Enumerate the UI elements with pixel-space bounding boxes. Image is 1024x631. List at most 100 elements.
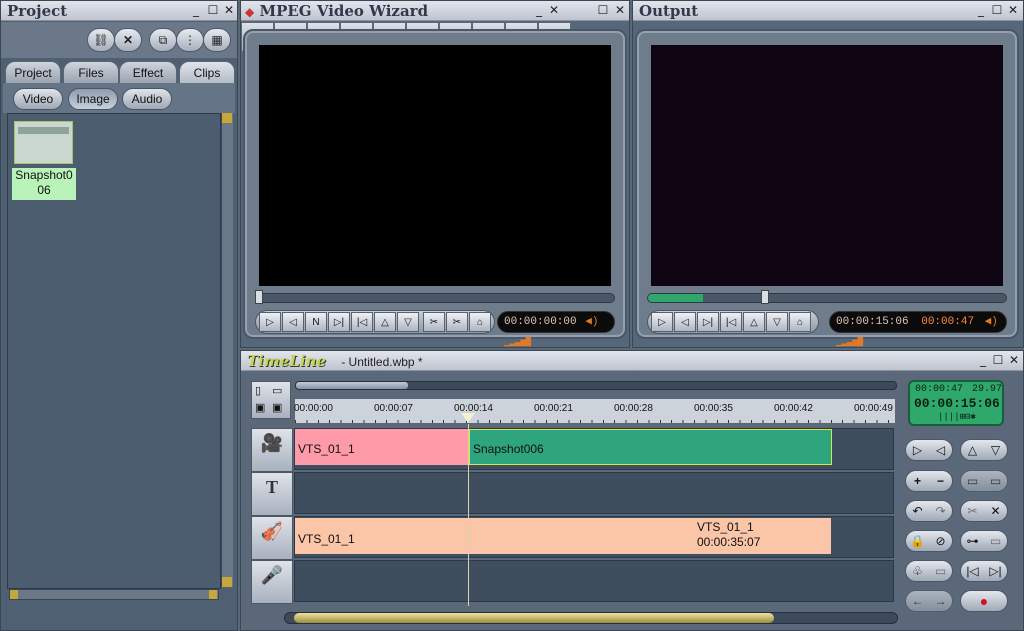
output-maximize-icon[interactable]: ☐ bbox=[990, 4, 1004, 18]
output-screen[interactable] bbox=[651, 45, 1003, 286]
playhead-marker[interactable] bbox=[461, 413, 475, 423]
video-clip[interactable]: VTS_01_1 bbox=[295, 429, 469, 465]
audio-track-header[interactable]: 🎻 bbox=[251, 516, 293, 560]
frame-back-icon[interactable]: ◁ bbox=[929, 440, 952, 460]
scroll-left-arrow[interactable] bbox=[10, 590, 18, 599]
output-play-icon[interactable]: ▷ bbox=[651, 312, 673, 332]
mark-out-icon[interactable]: ▽ bbox=[397, 312, 419, 332]
undo-button[interactable]: ↶ ↷ bbox=[905, 500, 953, 522]
delete-icon[interactable]: ✕ bbox=[114, 28, 142, 52]
wizard-close-icon[interactable]: ✕ bbox=[547, 4, 561, 18]
maximize-icon[interactable]: ☐ bbox=[206, 4, 220, 18]
wizard-minimize-icon[interactable]: _ bbox=[532, 4, 546, 18]
save-file-icon[interactable]: ▣ bbox=[255, 401, 265, 414]
layout-button[interactable]: ▭ ▭ bbox=[960, 470, 1008, 492]
undo-icon[interactable]: ↶ bbox=[906, 501, 929, 521]
filter-image[interactable]: Image bbox=[68, 88, 118, 110]
mic-track[interactable] bbox=[294, 560, 894, 602]
next-frame-icon[interactable]: ▷| bbox=[328, 312, 350, 332]
record-icon[interactable]: ● bbox=[961, 591, 1007, 611]
video-track-header[interactable]: 🎥 bbox=[251, 428, 293, 472]
output-prev-frame-icon[interactable]: ◁ bbox=[674, 312, 696, 332]
skip-end-icon[interactable]: ▷| bbox=[984, 561, 1007, 581]
prev-frame-icon[interactable]: ◁ bbox=[282, 312, 304, 332]
output-slider-thumb[interactable] bbox=[761, 290, 769, 304]
timeline-scrollbar-thumb[interactable] bbox=[294, 613, 774, 623]
close-icon[interactable]: ✕ bbox=[222, 4, 236, 18]
mark-in-icon[interactable]: △ bbox=[374, 312, 396, 332]
mark-button[interactable]: △ ▽ bbox=[960, 439, 1008, 461]
pane-close-icon[interactable]: ✕ bbox=[613, 4, 627, 18]
cut-clip-icon[interactable]: ✂ bbox=[961, 501, 984, 521]
next-icon[interactable]: N bbox=[305, 312, 327, 332]
link-button[interactable]: ⊶ ▭ bbox=[960, 530, 1008, 552]
open-file-icon[interactable]: ▭ bbox=[272, 384, 282, 397]
lock-button[interactable]: 🔒 ⊘ bbox=[905, 530, 953, 552]
delete-clip-button[interactable]: ✂ ✕ bbox=[960, 500, 1008, 522]
horizontal-scrollbar[interactable] bbox=[9, 589, 219, 600]
tab-effect[interactable]: Effect bbox=[119, 61, 177, 83]
skip-button[interactable]: |◁ ▷| bbox=[960, 560, 1008, 582]
up-icon[interactable]: △ bbox=[961, 440, 984, 460]
timeline-close-icon[interactable]: ✕ bbox=[1007, 354, 1021, 368]
output-mark-in-icon[interactable]: △ bbox=[743, 312, 765, 332]
output-mark-out-icon[interactable]: ▽ bbox=[766, 312, 788, 332]
unlink-icon[interactable]: ▭ bbox=[984, 531, 1007, 551]
zoom-button[interactable]: + − bbox=[905, 470, 953, 492]
scroll-right-arrow[interactable] bbox=[209, 590, 217, 599]
tab-project[interactable]: Project bbox=[5, 61, 61, 83]
clip-thumbnail[interactable] bbox=[14, 121, 73, 164]
layout-left-icon[interactable]: ▭ bbox=[961, 471, 984, 491]
title-track-header[interactable]: T bbox=[251, 472, 293, 516]
image-clip[interactable]: Snapshot006 bbox=[469, 429, 832, 465]
arrow-button[interactable]: ← → bbox=[905, 590, 953, 612]
source-slider-thumb[interactable] bbox=[255, 290, 263, 304]
filter-video[interactable]: Video bbox=[13, 88, 63, 110]
tab-clips[interactable]: Clips bbox=[179, 61, 235, 83]
grid-icon[interactable]: ▦ bbox=[203, 28, 231, 52]
effect-button[interactable]: ♧ ▭ bbox=[905, 560, 953, 582]
output-next-frame-icon[interactable]: ▷| bbox=[697, 312, 719, 332]
skip-start-icon[interactable]: |◁ bbox=[961, 561, 984, 581]
minimize-icon[interactable]: _ bbox=[189, 4, 203, 18]
timeline-minimize-icon[interactable]: _ bbox=[976, 354, 990, 368]
record-button[interactable]: ● bbox=[960, 590, 1008, 612]
wizard-maximize-icon[interactable]: ☐ bbox=[596, 4, 610, 18]
layout-right-icon[interactable]: ▭ bbox=[984, 471, 1007, 491]
vertical-scrollbar[interactable] bbox=[221, 113, 233, 587]
new-file-icon[interactable]: ▯ bbox=[255, 384, 261, 397]
zoom-out-icon[interactable]: − bbox=[929, 471, 952, 491]
copy-icon[interactable]: ⧉ bbox=[149, 28, 177, 52]
right-arrow-icon[interactable]: → bbox=[929, 591, 952, 611]
link-icon[interactable]: ⛓ bbox=[87, 28, 115, 52]
mic-track-header[interactable]: 🎤 bbox=[251, 560, 293, 604]
output-volume-icon[interactable]: ◀) bbox=[985, 316, 998, 328]
output-minimize-icon[interactable]: _ bbox=[974, 4, 988, 18]
scroll-down-arrow[interactable] bbox=[222, 577, 232, 587]
output-slider-track[interactable] bbox=[647, 293, 1007, 303]
effect-icon[interactable]: ♧ bbox=[906, 561, 929, 581]
snapshot-icon[interactable]: ⌂ bbox=[469, 312, 491, 332]
effect-off-icon[interactable]: ▭ bbox=[929, 561, 952, 581]
frame-forward-icon[interactable]: ▷ bbox=[906, 440, 929, 460]
redo-icon[interactable]: ↷ bbox=[929, 501, 952, 521]
source-screen[interactable] bbox=[259, 45, 611, 286]
scroll-up-arrow[interactable] bbox=[222, 113, 232, 123]
to-start-icon[interactable]: |◁ bbox=[351, 312, 373, 332]
output-snapshot-icon[interactable]: ⌂ bbox=[789, 312, 811, 332]
filter-audio[interactable]: Audio bbox=[122, 88, 172, 110]
remove-clip-icon[interactable]: ✕ bbox=[984, 501, 1007, 521]
down-icon[interactable]: ▽ bbox=[984, 440, 1007, 460]
left-arrow-icon[interactable]: ← bbox=[906, 591, 929, 611]
lock-icon[interactable]: 🔒 bbox=[906, 531, 929, 551]
save-as-icon[interactable]: ▣ bbox=[272, 401, 282, 414]
frame-nav-button[interactable]: ▷ ◁ bbox=[905, 439, 953, 461]
timeline-maximize-icon[interactable]: ☐ bbox=[991, 354, 1005, 368]
tree-icon[interactable]: ⋮ bbox=[176, 28, 204, 52]
tab-files[interactable]: Files bbox=[63, 61, 119, 83]
output-close-icon[interactable]: ✕ bbox=[1006, 4, 1020, 18]
cut-icon[interactable]: ✂ bbox=[423, 312, 445, 332]
zoom-in-icon[interactable]: + bbox=[906, 471, 929, 491]
title-track[interactable] bbox=[294, 472, 894, 514]
chain-icon[interactable]: ⊶ bbox=[961, 531, 984, 551]
